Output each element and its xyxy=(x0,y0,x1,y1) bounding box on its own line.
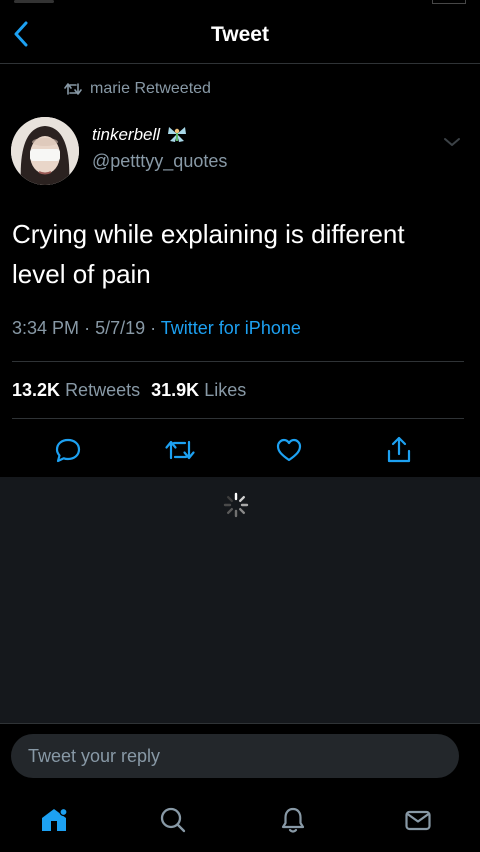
tab-messages[interactable] xyxy=(400,802,436,838)
retweet-button[interactable] xyxy=(164,434,196,466)
tweet-meta: 3:34 PM · 5/7/19 · Twitter for iPhone xyxy=(12,318,301,339)
bottom-bar xyxy=(0,723,480,852)
meta-separator: · xyxy=(84,318,96,338)
heart-icon xyxy=(276,438,302,462)
messages-icon xyxy=(405,810,431,831)
avatar-image xyxy=(11,117,79,185)
tweet-actions xyxy=(0,434,480,466)
share-icon xyxy=(387,436,411,463)
meta-separator: · xyxy=(150,318,161,338)
retweet-small-icon xyxy=(64,83,82,95)
tweet-date: 5/7/19 xyxy=(95,318,146,338)
search-icon xyxy=(160,807,186,833)
retweets-count: 13.2K xyxy=(12,380,61,400)
likes-label: Likes xyxy=(204,380,247,400)
tweet-stats: 13.2K Retweets 31.9K Likes xyxy=(12,380,252,401)
status-bar-left xyxy=(14,0,54,3)
battery-icon xyxy=(432,0,466,4)
tab-home[interactable] xyxy=(36,802,72,838)
reply-icon xyxy=(55,438,81,463)
tab-search[interactable] xyxy=(155,802,191,838)
reply-input[interactable] xyxy=(11,734,459,778)
tab-notifications[interactable] xyxy=(275,802,311,838)
divider xyxy=(12,418,464,419)
retweet-icon xyxy=(165,440,195,460)
nav-bar: Tweet xyxy=(0,6,480,64)
tweet-text: Crying while explaining is different lev… xyxy=(12,219,405,289)
handle: @petttyy_quotes xyxy=(92,151,228,171)
loading-spinner-icon xyxy=(223,492,249,518)
tweet-source-link[interactable]: Twitter for iPhone xyxy=(161,318,301,338)
share-button[interactable] xyxy=(383,434,415,466)
divider xyxy=(12,361,464,362)
like-button[interactable] xyxy=(273,434,305,466)
chevron-down-icon xyxy=(444,138,460,146)
retweeted-by-label: marie Retweeted xyxy=(90,80,211,97)
display-name-text: tinkerbell xyxy=(92,125,161,144)
retweeted-by[interactable]: marie Retweeted xyxy=(64,80,211,98)
page-title: Tweet xyxy=(211,23,269,46)
home-icon xyxy=(42,807,68,831)
fairy-emoji-icon xyxy=(168,127,187,142)
reply-button[interactable] xyxy=(52,434,84,466)
likes-stat[interactable]: 31.9K Likes xyxy=(151,380,246,400)
tweet-time: 3:34 PM xyxy=(12,318,80,338)
likes-count: 31.9K xyxy=(151,380,200,400)
avatar[interactable] xyxy=(11,117,79,185)
replies-panel xyxy=(0,477,480,723)
retweets-label: Retweets xyxy=(65,380,141,400)
tweet-menu-button[interactable] xyxy=(440,132,464,152)
display-name[interactable]: tinkerbell xyxy=(92,125,188,145)
notifications-icon xyxy=(281,807,305,833)
retweets-stat[interactable]: 13.2K Retweets xyxy=(12,380,140,400)
